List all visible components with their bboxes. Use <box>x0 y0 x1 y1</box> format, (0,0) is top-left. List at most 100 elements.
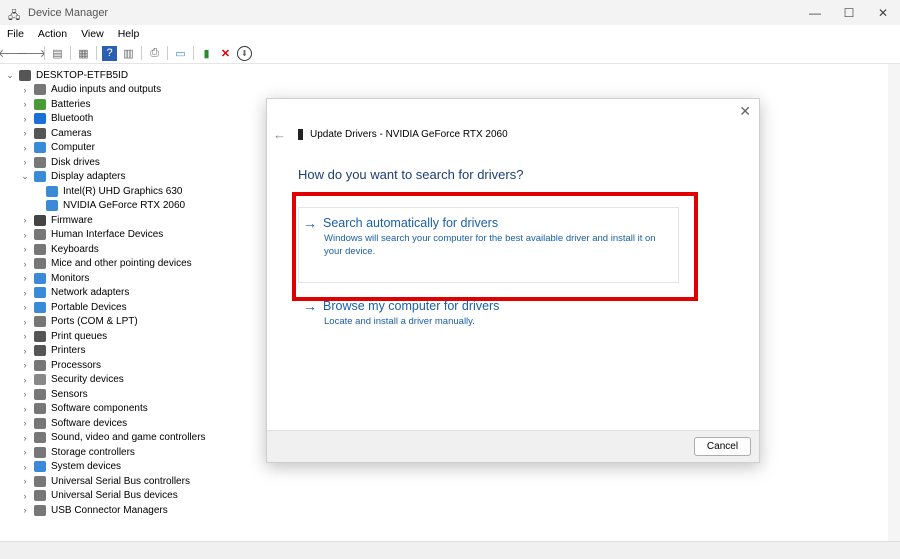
chevron-right-icon[interactable]: › <box>20 418 30 428</box>
tree-item[interactable]: › Bluetooth <box>0 112 260 127</box>
tree-item[interactable]: › Printers <box>0 344 260 359</box>
chevron-right-icon[interactable]: › <box>20 346 30 356</box>
arrow-right-icon: → <box>303 298 317 314</box>
help-icon[interactable]: ? <box>102 45 117 61</box>
tree-item-label: Keyboards <box>51 243 99 255</box>
chevron-right-icon[interactable]: › <box>20 288 30 298</box>
window-title: Device Manager <box>28 6 109 19</box>
download-icon[interactable]: ⬇ <box>237 45 252 61</box>
forward-icon[interactable]: 🡒 <box>17 46 47 61</box>
device-category-icon <box>34 461 46 473</box>
close-button[interactable]: ✕ <box>866 0 900 25</box>
device-category-icon <box>34 403 46 415</box>
chevron-right-icon[interactable]: › <box>20 230 30 240</box>
tree-item[interactable]: › Human Interface Devices <box>0 228 260 243</box>
tree-item[interactable]: ⌄ Display adapters <box>0 170 260 185</box>
scan-hardware-icon[interactable]: ▭ <box>173 46 188 61</box>
device-category-icon <box>34 127 46 139</box>
chevron-right-icon[interactable]: › <box>20 128 30 138</box>
chevron-right-icon[interactable]: › <box>20 447 30 457</box>
tree-item[interactable]: › Sound, video and game controllers <box>0 431 260 446</box>
chevron-right-icon[interactable]: › <box>20 143 30 153</box>
tree-item[interactable]: › Security devices <box>0 373 260 388</box>
menu-bar: File Action View Help <box>0 25 900 43</box>
tree-item[interactable]: › Universal Serial Bus devices <box>0 489 260 504</box>
chevron-right-icon[interactable]: › <box>20 273 30 283</box>
tree-item[interactable]: › USB Connector Managers <box>0 503 260 518</box>
chevron-right-icon[interactable]: › <box>20 476 30 486</box>
tree-item[interactable]: › Processors <box>0 358 260 373</box>
tree-item[interactable]: › Cameras <box>0 126 260 141</box>
chevron-right-icon[interactable]: › <box>20 389 30 399</box>
device-category-icon <box>34 446 46 458</box>
tree-item[interactable]: › Storage controllers <box>0 445 260 460</box>
tree-item[interactable]: › Batteries <box>0 97 260 112</box>
chevron-right-icon[interactable]: › <box>20 114 30 124</box>
tree-item[interactable]: › Portable Devices <box>0 300 260 315</box>
tree-item[interactable]: › Software components <box>0 402 260 417</box>
minimize-button[interactable]: — <box>798 0 832 25</box>
tree-item[interactable]: › Disk drives <box>0 155 260 170</box>
menu-help[interactable]: Help <box>111 28 147 40</box>
device-category-icon <box>34 301 46 313</box>
chevron-right-icon[interactable]: › <box>20 85 30 95</box>
show-hide-console-tree-icon[interactable]: ▤ <box>50 46 65 61</box>
add-driver-icon[interactable]: ▮ <box>199 46 214 61</box>
tree-item-label: System devices <box>51 461 122 473</box>
tree-item-label: Universal Serial Bus controllers <box>51 475 190 487</box>
tree-item[interactable]: › Universal Serial Bus controllers <box>0 474 260 489</box>
chevron-right-icon[interactable]: › <box>20 491 30 501</box>
chevron-right-icon[interactable]: › <box>20 360 30 370</box>
maximize-button[interactable]: ☐ <box>832 0 866 25</box>
tree-item[interactable]: › Audio inputs and outputs <box>0 83 260 98</box>
tree-child-item[interactable]: NVIDIA GeForce RTX 2060 <box>0 199 260 214</box>
uninstall-icon[interactable]: ✕ <box>218 46 233 61</box>
tree-child-item[interactable]: Intel(R) UHD Graphics 630 <box>0 184 260 199</box>
menu-view[interactable]: View <box>74 28 111 40</box>
chevron-right-icon[interactable]: › <box>20 433 30 443</box>
chevron-right-icon[interactable]: › <box>20 259 30 269</box>
back-button[interactable]: ← <box>273 127 286 142</box>
chevron-right-icon[interactable]: › <box>20 157 30 167</box>
tree-item[interactable]: › Ports (COM & LPT) <box>0 315 260 330</box>
device-category-icon <box>34 142 46 154</box>
chevron-right-icon[interactable]: › <box>20 317 30 327</box>
scrollbar[interactable] <box>888 64 900 541</box>
chevron-right-icon[interactable]: › <box>20 244 30 254</box>
browse-computer-link[interactable]: → Browse my computer for drivers <box>303 298 499 314</box>
chevron-right-icon[interactable]: › <box>20 505 30 515</box>
chevron-right-icon[interactable]: › <box>20 215 30 225</box>
chevron-right-icon[interactable]: › <box>20 99 30 109</box>
chevron-right-icon[interactable]: › <box>20 404 30 414</box>
tree-item[interactable]: › Monitors <box>0 271 260 286</box>
chevron-right-icon[interactable]: › <box>20 302 30 312</box>
chevron-down-icon[interactable]: ⌄ <box>20 171 30 182</box>
update-driver-icon[interactable]: ⎙ <box>147 46 162 61</box>
tree-item[interactable]: › Keyboards <box>0 242 260 257</box>
menu-action[interactable]: Action <box>31 28 74 40</box>
tree-item[interactable]: › System devices <box>0 460 260 475</box>
chevron-right-icon[interactable]: › <box>20 331 30 341</box>
action-pane-icon[interactable]: ▥ <box>121 46 136 61</box>
divider <box>96 46 97 60</box>
tree-root[interactable]: ⌄ DESKTOP-ETFB5ID <box>0 68 260 83</box>
cancel-button[interactable]: Cancel <box>694 437 751 456</box>
menu-file[interactable]: File <box>0 28 31 40</box>
tree-item[interactable]: › Network adapters <box>0 286 260 301</box>
dialog-close-button[interactable]: ✕ <box>739 103 751 120</box>
tree-item[interactable]: › Mice and other pointing devices <box>0 257 260 272</box>
divider <box>167 46 168 60</box>
tree-item[interactable]: › Computer <box>0 141 260 156</box>
chevron-down-icon[interactable]: ⌄ <box>5 70 15 81</box>
tree-item[interactable]: › Sensors <box>0 387 260 402</box>
properties-icon[interactable]: ▦ <box>76 46 91 61</box>
chevron-right-icon[interactable]: › <box>20 375 30 385</box>
tree-item-label: Processors <box>51 359 102 371</box>
tree-item-label: Monitors <box>51 272 90 284</box>
device-category-icon <box>34 345 46 357</box>
divider <box>70 46 71 60</box>
tree-item[interactable]: › Firmware <box>0 213 260 228</box>
chevron-right-icon[interactable]: › <box>20 462 30 472</box>
tree-item[interactable]: › Print queues <box>0 329 260 344</box>
tree-item[interactable]: › Software devices <box>0 416 260 431</box>
